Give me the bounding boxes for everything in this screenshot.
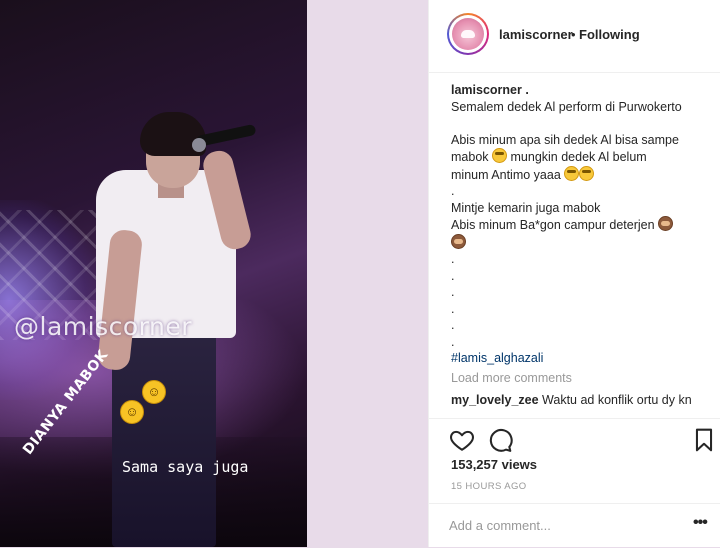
post-media[interactable]: @lamiscorner ☺ ☺ DIANYA MABOK Sama saya …	[0, 0, 307, 547]
hashtag-link[interactable]: #lamis_alghazali	[451, 351, 543, 365]
caption-line: .	[451, 184, 455, 198]
caption-line: Abis minum apa sih dedek Al bisa sampe	[451, 132, 679, 147]
view-count[interactable]: 153,257 views	[451, 457, 537, 472]
avatar-image	[452, 18, 484, 50]
caption-line: Mintje kemarin juga mabok	[451, 200, 601, 215]
watermark-text: @lamiscorner	[14, 312, 192, 341]
avatar[interactable]	[447, 13, 489, 55]
following-button[interactable]: Following	[579, 27, 640, 42]
comment-text: Waktu ad konflik ortu dy kn	[542, 393, 692, 407]
post-sidebar: lamiscorner • Following lamiscorner . Se…	[428, 0, 720, 547]
post-header: lamiscorner • Following	[429, 0, 720, 73]
header-username[interactable]: lamiscorner	[499, 27, 573, 42]
caption-line: Semalem dedek Al perform di Purwokerto	[451, 99, 682, 114]
heart-icon[interactable]	[449, 427, 475, 453]
comment-username[interactable]: my_lovely_zee	[451, 393, 539, 407]
add-comment-bar: •••	[429, 503, 720, 548]
caption-line: .	[451, 285, 455, 299]
comments-section[interactable]: lamiscorner . Semalem dedek Al perform d…	[451, 82, 713, 414]
add-comment-input[interactable]	[449, 515, 679, 535]
load-more-comments-button[interactable]: Load more comments	[451, 370, 713, 387]
bookmark-icon[interactable]	[691, 427, 717, 453]
dizzy-face-emoji-icon	[579, 165, 595, 181]
caption-username[interactable]: lamiscorner .	[451, 83, 529, 97]
caption-line: minum Antimo yaaa	[451, 165, 713, 184]
see-no-evil-monkey-icon	[451, 233, 466, 249]
rofl-emoji-icon: ☺	[120, 400, 144, 424]
caption-line: mabok mungkin dedek Al belum	[451, 148, 647, 164]
more-options-icon[interactable]: •••	[693, 514, 708, 532]
rofl-emoji-icon: ☺	[142, 380, 166, 404]
caption-line: .	[451, 301, 455, 316]
caption-line: .	[451, 334, 455, 349]
comment-bubble-icon[interactable]	[487, 427, 513, 453]
post-timestamp[interactable]: 15 HOURS AGO	[451, 481, 527, 492]
comment-item: my_lovely_zee Waktu ad konflik ortu dy k…	[451, 392, 713, 409]
bottom-caption: Sama saya juga	[122, 458, 249, 476]
dizzy-face-emoji-icon	[564, 165, 580, 181]
caption-line: .	[451, 252, 455, 266]
dizzy-face-emoji-icon	[492, 148, 508, 163]
caption-line: Abis minum Ba*gon campur deterjen	[451, 216, 713, 234]
action-bar	[429, 418, 720, 459]
caption-line: .	[451, 268, 455, 283]
caption-line: .	[451, 318, 455, 332]
see-no-evil-monkey-icon	[658, 216, 674, 231]
header-separator: •	[571, 27, 576, 42]
